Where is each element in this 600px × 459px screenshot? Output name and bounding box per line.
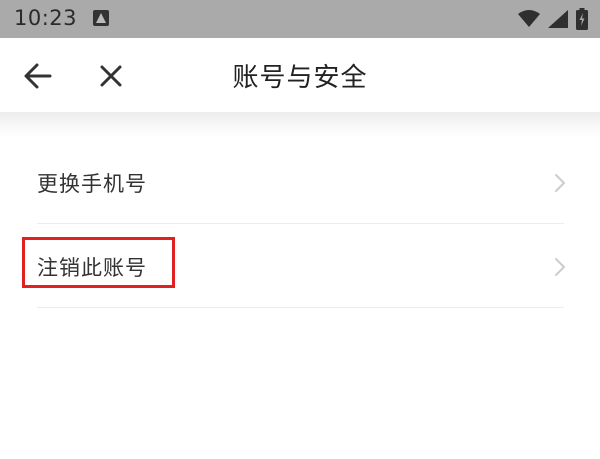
divider xyxy=(37,307,564,308)
app-bar: 账号与安全 xyxy=(0,38,600,116)
chevron-right-icon xyxy=(554,257,566,281)
list-item-label: 更换手机号 xyxy=(37,172,147,196)
page-title: 账号与安全 xyxy=(232,63,368,93)
list-item-change-phone[interactable]: 更换手机号 xyxy=(0,140,600,224)
signal-icon xyxy=(548,10,568,28)
notification-a-icon xyxy=(93,10,109,26)
highlight-annotation-box xyxy=(22,237,175,288)
status-icons xyxy=(518,8,588,30)
chevron-right-icon xyxy=(554,173,566,197)
status-time: 10:23 xyxy=(14,6,78,30)
battery-icon xyxy=(576,8,588,30)
header-shadow xyxy=(0,112,600,138)
wifi-icon xyxy=(518,10,540,28)
status-bar: 10:23 xyxy=(0,0,600,38)
